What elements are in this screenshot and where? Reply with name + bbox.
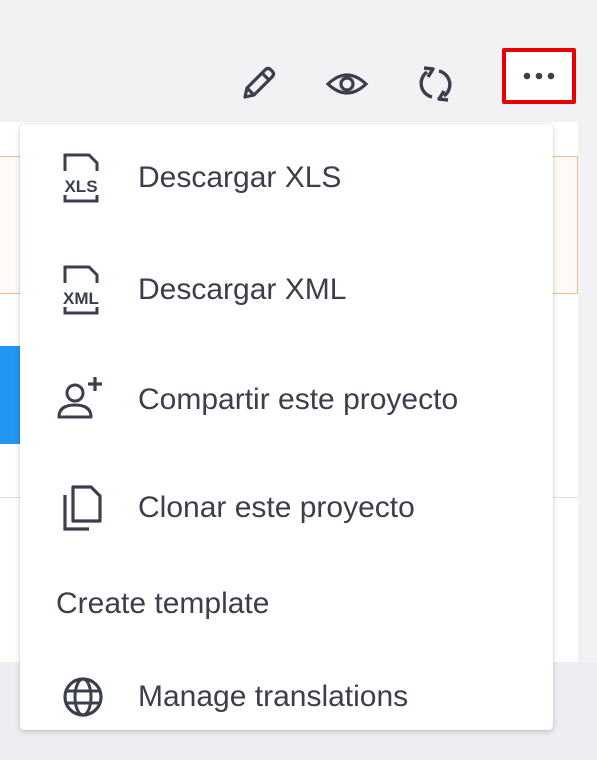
menu-item-label: Compartir este proyecto [138, 383, 459, 416]
more-options-menu: XLS Descargar XLS XML Descargar XML Comp… [20, 124, 553, 730]
menu-item-create-template[interactable]: Create template [20, 562, 553, 646]
pencil-icon [243, 66, 276, 99]
xls-file-icon: XLS [54, 149, 112, 207]
menu-item-label: Manage translations [138, 680, 409, 713]
menu-item-share-project[interactable]: Compartir este proyecto [20, 358, 553, 442]
add-user-icon [54, 371, 112, 429]
edit-button[interactable] [236, 62, 280, 106]
globe-icon [54, 668, 112, 726]
menu-item-download-xml[interactable]: XML Descargar XML [20, 248, 553, 332]
preview-button[interactable] [325, 62, 369, 106]
menu-item-label: Descargar XML [138, 273, 347, 306]
menu-item-label: Create template [56, 587, 270, 620]
svg-text:XML: XML [63, 289, 99, 308]
menu-item-label: Clonar este proyecto [138, 491, 415, 524]
sync-button[interactable] [414, 62, 458, 106]
more-horizontal-icon [523, 72, 555, 80]
menu-item-manage-translations[interactable]: Manage translations [20, 655, 553, 739]
menu-item-clone-project[interactable]: Clonar este proyecto [20, 466, 553, 550]
svg-text:XLS: XLS [64, 177, 97, 196]
eye-icon [325, 73, 369, 95]
copy-icon [54, 479, 112, 537]
sync-icon [419, 66, 452, 102]
xml-file-icon: XML [54, 261, 112, 319]
menu-item-label: Descargar XLS [138, 161, 342, 194]
more-options-button[interactable] [502, 48, 576, 104]
menu-item-download-xls[interactable]: XLS Descargar XLS [20, 136, 553, 220]
blue-accent-element [0, 346, 22, 444]
